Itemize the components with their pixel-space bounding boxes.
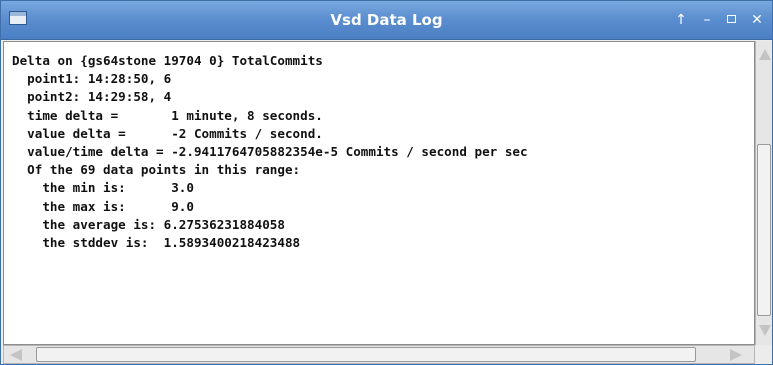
- log-line: point2: 14:29:58, 4: [12, 89, 172, 105]
- scrollbar-corner: [755, 345, 772, 364]
- vertical-scrollbar[interactable]: [755, 41, 772, 345]
- log-line: point1: 14:28:50, 6: [12, 71, 172, 87]
- log-line: the average is: 6.27536231884058: [12, 216, 285, 232]
- vsd-data-log-window: Vsd Data Log ↑ – ✕ Delta on {gs64stone 1…: [0, 0, 773, 365]
- close-icon[interactable]: ✕: [747, 10, 767, 30]
- scroll-down-arrow-icon[interactable]: [759, 325, 771, 336]
- log-line: value/time delta = -2.9411764705882354e-…: [12, 144, 528, 160]
- log-line: Delta on {gs64stone 19704 0} TotalCommit…: [12, 53, 323, 68]
- log-text: Delta on {gs64stone 19704 0} TotalCommit…: [12, 52, 528, 252]
- horizontal-scroll-thumb[interactable]: [36, 347, 696, 362]
- title-bar[interactable]: Vsd Data Log ↑ – ✕: [1, 1, 772, 40]
- maximize-icon[interactable]: [721, 10, 741, 30]
- log-line: the min is: 3.0: [12, 180, 194, 196]
- log-line: time delta = 1 minute, 8 seconds.: [12, 107, 323, 123]
- vertical-scroll-thumb[interactable]: [757, 144, 771, 316]
- log-line: value delta = -2 Commits / second.: [12, 125, 323, 141]
- window-title: Vsd Data Log: [330, 11, 443, 29]
- log-text-area[interactable]: Delta on {gs64stone 19704 0} TotalCommit…: [3, 41, 755, 345]
- scroll-left-arrow-icon[interactable]: [10, 349, 22, 361]
- log-line: the max is: 9.0: [12, 198, 194, 214]
- log-line: Of the 69 data points in this range:: [12, 162, 301, 178]
- log-line: the stddev is: 1.5893400218423488: [12, 235, 301, 251]
- scroll-right-arrow-icon[interactable]: [730, 349, 742, 361]
- shade-up-icon[interactable]: ↑: [671, 10, 691, 30]
- horizontal-scrollbar[interactable]: [3, 345, 755, 364]
- minimize-icon[interactable]: –: [697, 10, 717, 30]
- scroll-up-arrow-icon[interactable]: [759, 49, 771, 60]
